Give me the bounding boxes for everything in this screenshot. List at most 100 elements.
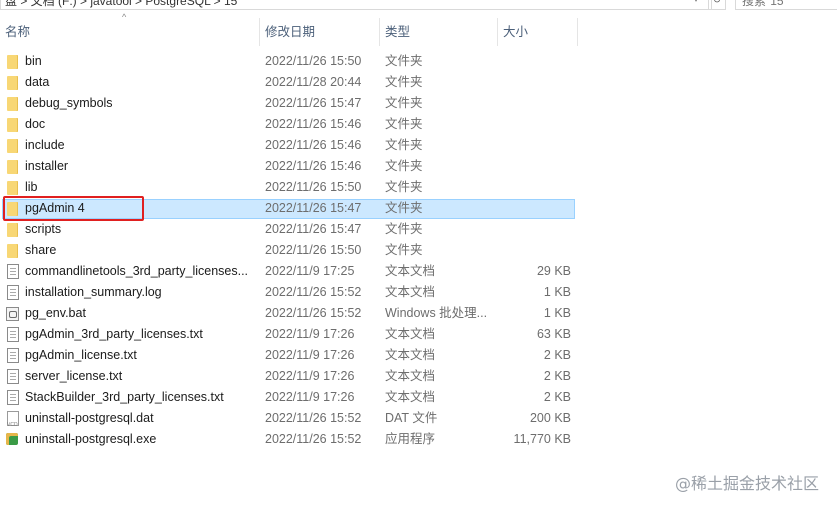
- refresh-icon[interactable]: ↻: [708, 0, 726, 10]
- file-name: lib: [25, 180, 38, 194]
- file-type: 文件夹: [385, 54, 423, 68]
- file-date: 2022/11/26 15:46: [265, 117, 362, 131]
- file-name: StackBuilder_3rd_party_licenses.txt: [25, 390, 224, 404]
- file-name: pgAdmin_license.txt: [25, 348, 137, 362]
- table-row[interactable]: pg_env.bat 2022/11/26 15:52 Windows 批处理...…: [0, 303, 837, 324]
- text-file-icon: [7, 390, 19, 405]
- column-header-date[interactable]: 修改日期: [260, 18, 380, 46]
- file-name: commandlinetools_3rd_party_licenses...: [25, 264, 249, 278]
- file-date: 2022/11/26 15:52: [265, 411, 362, 425]
- column-header-type[interactable]: 类型: [380, 18, 498, 46]
- file-size: 1 KB: [543, 285, 571, 299]
- file-type: 文本文档: [385, 327, 436, 341]
- file-name: installation_summary.log: [25, 285, 162, 299]
- folder-icon: [7, 223, 18, 237]
- file-name: data: [25, 75, 50, 89]
- file-size: 2 KB: [543, 390, 571, 404]
- file-date: 2022/11/26 15:47: [265, 222, 362, 236]
- table-row[interactable]: server_license.txt 2022/11/9 17:26 文本文档 2 K…: [0, 366, 837, 387]
- file-name: uninstall-postgresql.exe: [25, 432, 157, 446]
- file-date: 2022/11/26 15:46: [265, 159, 362, 173]
- file-type: 文本文档: [385, 348, 436, 362]
- file-name: share: [25, 243, 57, 257]
- file-list: bin 2022/11/26 15:50 文件夹 data 2022/11/28 20:…: [0, 51, 837, 450]
- file-date: 2022/11/9 17:26: [265, 348, 355, 362]
- folder-icon: [7, 181, 18, 195]
- table-row[interactable]: installation_summary.log 2022/11/26 15:52…: [0, 282, 837, 303]
- file-name: uninstall-postgresql.dat: [25, 411, 154, 425]
- table-row[interactable]: uninstall-postgresql.exe 2022/11/26 15:52…: [0, 429, 837, 450]
- table-row[interactable]: debug_symbols 2022/11/26 15:47 文件夹: [0, 93, 837, 114]
- file-date: 2022/11/9 17:26: [265, 369, 355, 383]
- chevron-down-icon[interactable]: ▾: [688, 0, 704, 8]
- file-name: include: [25, 138, 65, 152]
- dat-file-icon: [7, 411, 19, 436]
- file-type: Windows 批处理...: [385, 306, 488, 320]
- text-file-icon: [7, 369, 19, 384]
- file-type: 文件夹: [385, 201, 423, 215]
- file-type: 文件夹: [385, 117, 423, 131]
- folder-icon: [7, 76, 18, 90]
- file-date: 2022/11/26 15:46: [265, 138, 362, 152]
- file-type: 文件夹: [385, 75, 423, 89]
- file-date: 2022/11/28 20:44: [265, 75, 362, 89]
- column-header-size[interactable]: 大小: [498, 18, 578, 46]
- column-header-name[interactable]: 名称: [0, 18, 260, 46]
- table-row[interactable]: data 2022/11/28 20:44 文件夹: [0, 72, 837, 93]
- table-row[interactable]: lib 2022/11/26 15:50 文件夹: [0, 177, 837, 198]
- search-input[interactable]: 搜索"15": [735, 0, 837, 10]
- file-date: 2022/11/26 15:52: [265, 285, 362, 299]
- file-name: installer: [25, 159, 69, 173]
- file-date: 2022/11/26 15:52: [265, 432, 362, 446]
- file-type: 文本文档: [385, 285, 436, 299]
- sort-ascending-icon: ^: [122, 12, 127, 22]
- text-file-icon: [7, 264, 19, 279]
- file-type: 文件夹: [385, 243, 423, 257]
- table-row[interactable]: share 2022/11/26 15:50 文件夹: [0, 240, 837, 261]
- file-name: pgAdmin_3rd_party_licenses.txt: [25, 327, 203, 341]
- table-row[interactable]: uninstall-postgresql.dat 2022/11/26 15:52…: [0, 408, 837, 436]
- folder-icon: [7, 97, 18, 111]
- file-type: 文件夹: [385, 96, 423, 110]
- file-type: 文本文档: [385, 369, 436, 383]
- file-type: 文件夹: [385, 138, 423, 152]
- file-size: [500, 135, 571, 156]
- file-type: 文件夹: [385, 180, 423, 194]
- file-size: 2 KB: [543, 348, 571, 362]
- file-size: 2 KB: [543, 369, 571, 383]
- file-size: [500, 72, 571, 93]
- folder-icon: [7, 160, 18, 174]
- file-type: DAT 文件: [385, 411, 438, 425]
- file-date: 2022/11/9 17:26: [265, 390, 355, 404]
- address-bar-area: 盘 > 文档 (F:) > javatool > PostgreSQL > 15…: [0, 0, 837, 10]
- file-size: 11,770 KB: [513, 432, 571, 446]
- table-row[interactable]: commandlinetools_3rd_party_licenses... 20…: [0, 261, 837, 282]
- file-type: 文件夹: [385, 222, 423, 236]
- address-bar[interactable]: 盘 > 文档 (F:) > javatool > PostgreSQL > 15: [0, 0, 712, 10]
- table-row[interactable]: doc 2022/11/26 15:46 文件夹: [0, 114, 837, 135]
- batch-file-icon: [6, 307, 19, 321]
- file-size: [500, 93, 571, 114]
- table-row[interactable]: bin 2022/11/26 15:50 文件夹: [0, 51, 837, 72]
- file-date: 2022/11/9 17:26: [265, 327, 355, 341]
- file-type: 文件夹: [385, 159, 423, 173]
- file-date: 2022/11/26 15:50: [265, 180, 362, 194]
- text-file-icon: [7, 327, 19, 342]
- file-type: 文本文档: [385, 390, 436, 404]
- file-size: [500, 51, 571, 72]
- table-row[interactable]: StackBuilder_3rd_party_licenses.txt 2022/…: [0, 387, 837, 408]
- file-name: server_license.txt: [25, 369, 123, 383]
- table-row[interactable]: installer 2022/11/26 15:46 文件夹: [0, 156, 837, 177]
- table-row[interactable]: pgAdmin 4 2022/11/26 15:47 文件夹: [0, 198, 837, 219]
- file-date: 2022/11/26 15:52: [265, 306, 362, 320]
- table-row[interactable]: scripts 2022/11/26 15:47 文件夹: [0, 219, 837, 240]
- table-row[interactable]: pgAdmin_3rd_party_licenses.txt 2022/11/9 …: [0, 324, 837, 345]
- file-size: [500, 177, 571, 198]
- file-size: 1 KB: [543, 306, 571, 320]
- table-row[interactable]: include 2022/11/26 15:46 文件夹: [0, 135, 837, 156]
- file-name: scripts: [25, 222, 62, 236]
- file-date: 2022/11/9 17:25: [265, 264, 355, 278]
- folder-icon: [7, 244, 18, 258]
- table-row[interactable]: pgAdmin_license.txt 2022/11/9 17:26 文本文档 2 …: [0, 345, 837, 366]
- file-date: 2022/11/26 15:47: [265, 201, 362, 215]
